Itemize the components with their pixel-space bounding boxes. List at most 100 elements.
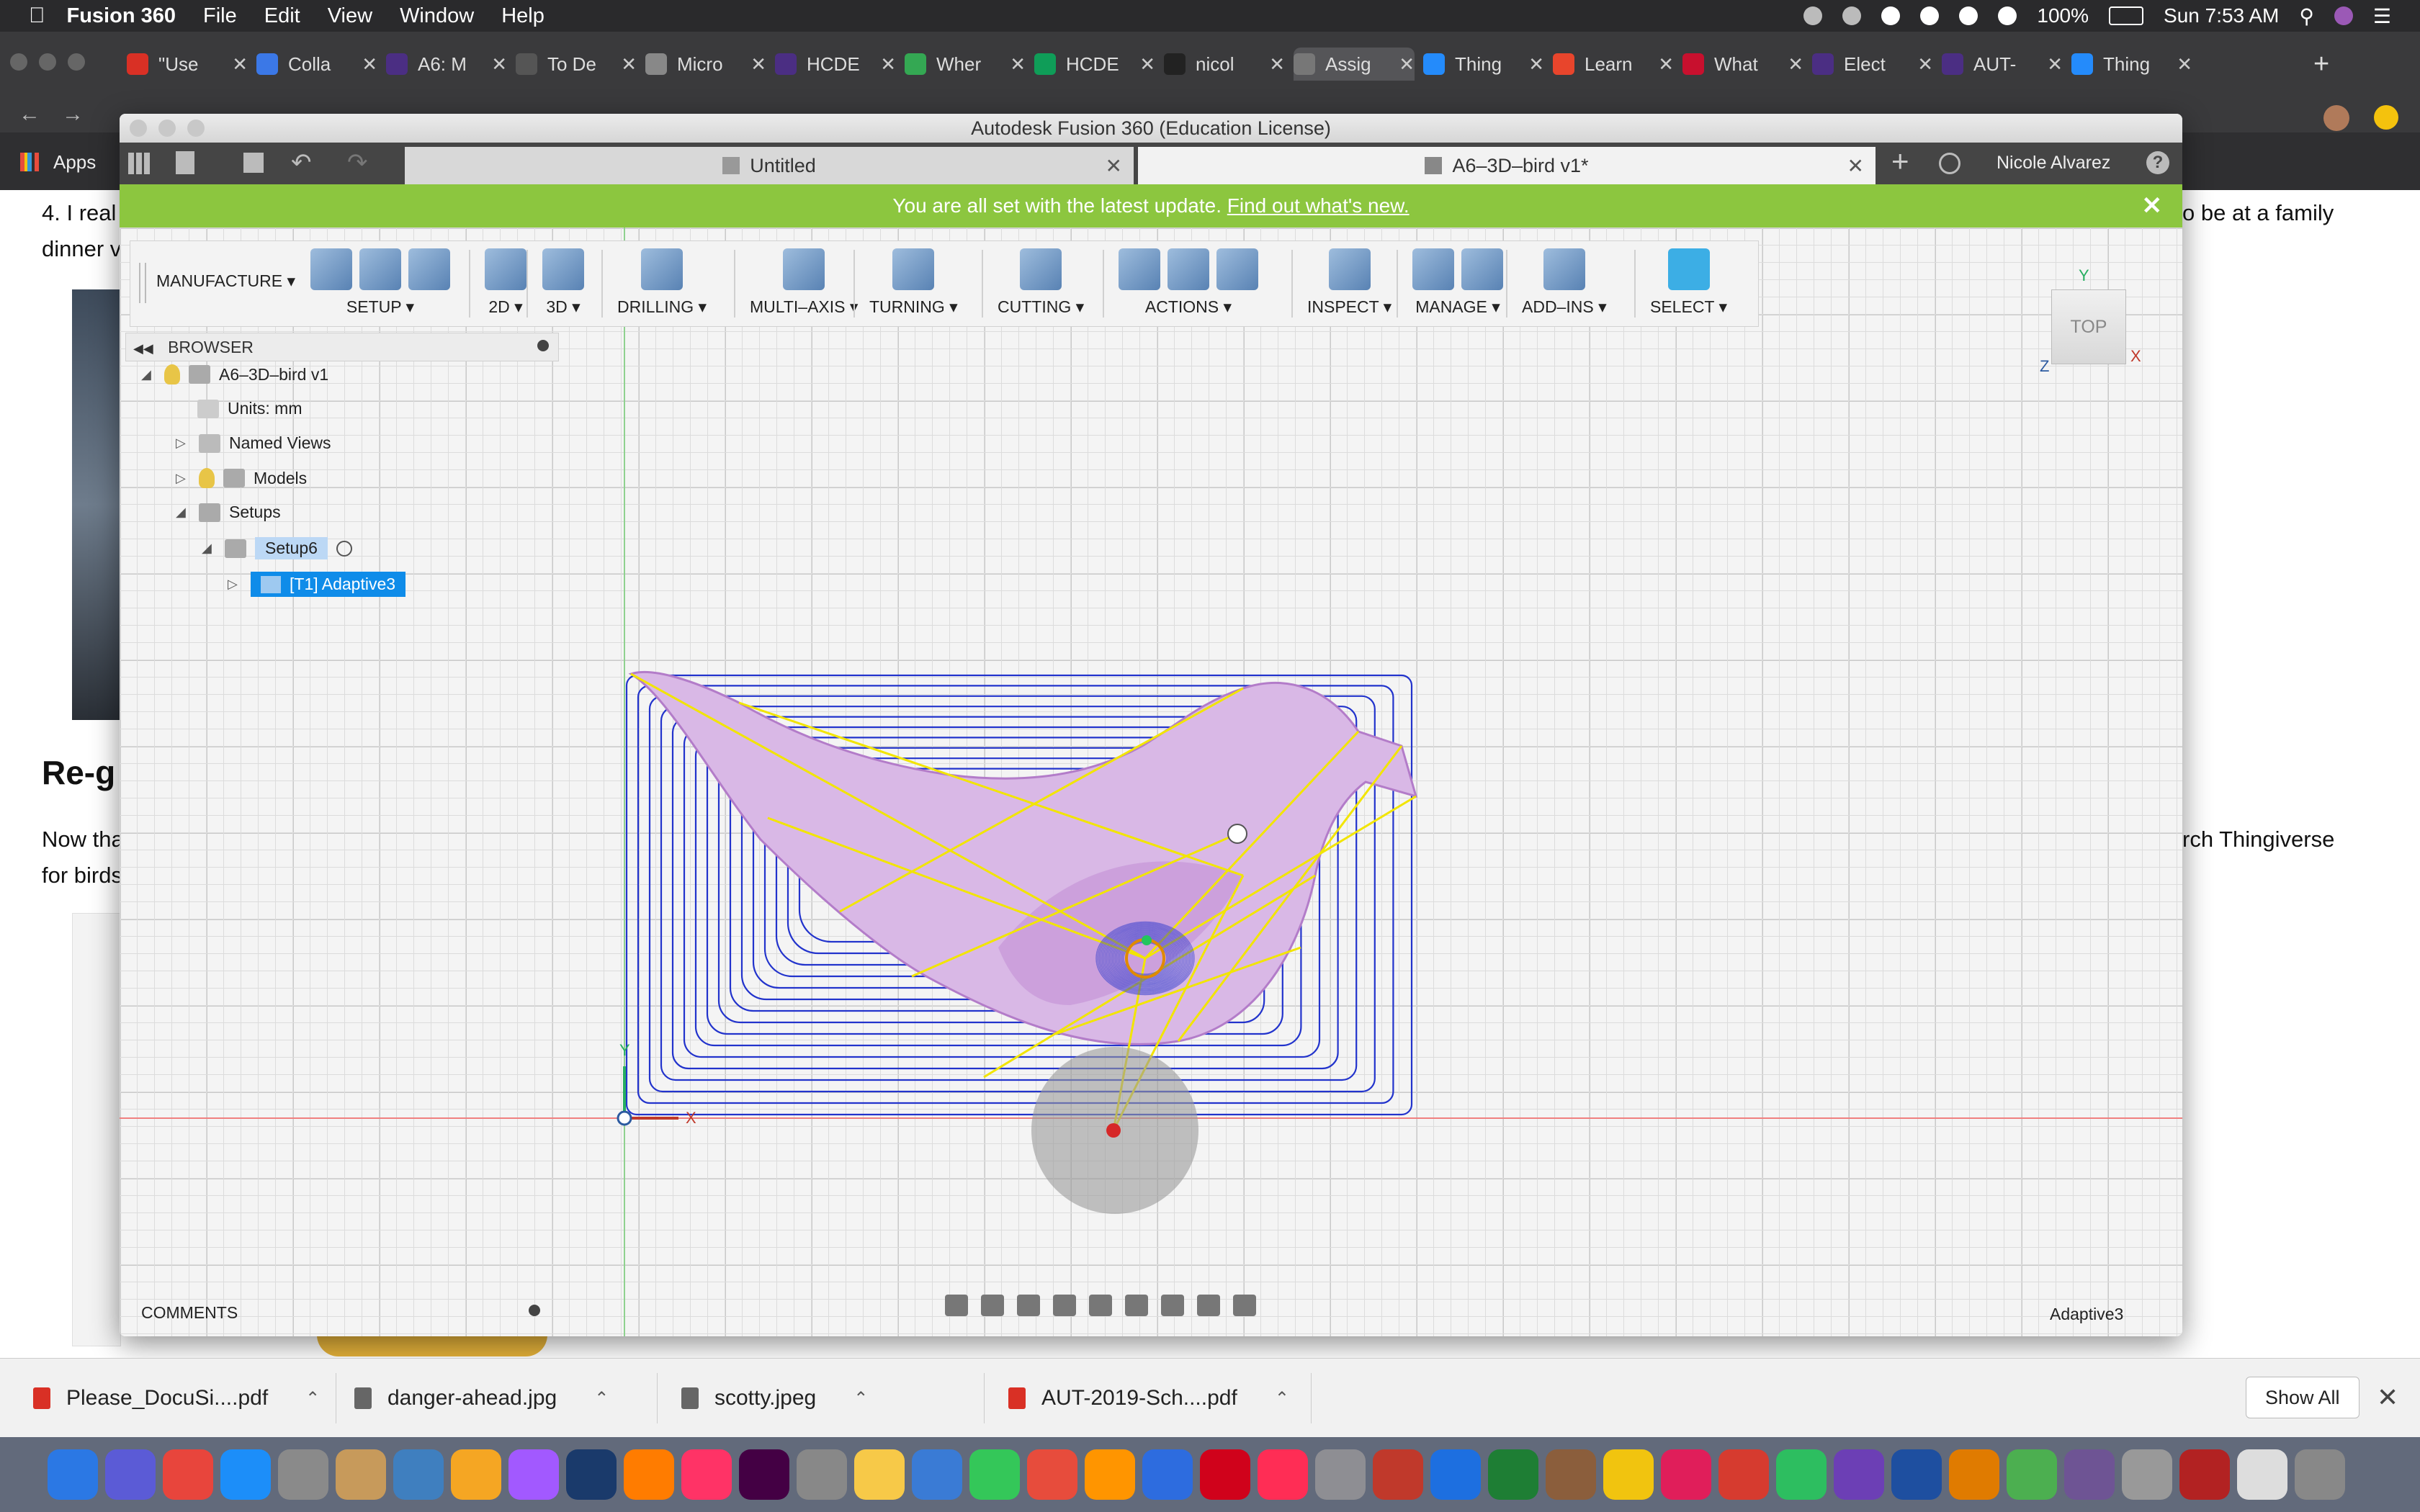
dock-app-icon[interactable] xyxy=(2064,1449,2115,1500)
dock-app-icon[interactable] xyxy=(451,1449,501,1500)
apple-icon[interactable]:  xyxy=(29,4,45,28)
tree-units[interactable]: Units: mm xyxy=(197,399,302,418)
data-panel-grid-icon[interactable] xyxy=(128,153,150,174)
download-menu-icon[interactable]: ⌃ xyxy=(594,1388,609,1409)
dock-app-icon[interactable] xyxy=(1603,1449,1654,1500)
new-tab-button[interactable]: + xyxy=(1891,144,1909,179)
layers-icon[interactable] xyxy=(1233,1295,1256,1316)
toolbar-group-label[interactable]: MANAGE xyxy=(1415,297,1500,317)
chrome-tab[interactable]: Thing ✕ xyxy=(1423,48,1544,81)
toolbar-group-label[interactable]: ADD–INS xyxy=(1522,297,1607,317)
dock-app-icon[interactable] xyxy=(1718,1449,1769,1500)
close-tab-icon[interactable]: ✕ xyxy=(1010,53,1026,76)
close-notice-icon[interactable]: ✕ xyxy=(2142,184,2163,228)
visibility-bulb-icon[interactable] xyxy=(164,364,180,384)
spotlight-icon[interactable]: ⚲ xyxy=(2299,4,2314,28)
pan-icon[interactable] xyxy=(1017,1295,1040,1316)
toolbar-group-label[interactable]: MULTI–AXIS xyxy=(750,297,858,317)
close-tab-icon[interactable]: ✕ xyxy=(362,53,377,76)
toolbar-group-actions[interactable]: ACTIONS xyxy=(1119,241,1258,326)
chrome-tab[interactable]: Colla ✕ xyxy=(256,48,377,81)
dock-app-icon[interactable] xyxy=(912,1449,962,1500)
menu-view[interactable]: View xyxy=(328,4,372,28)
chrome-tab[interactable]: AUT- ✕ xyxy=(1942,48,2063,81)
dock-app-icon[interactable] xyxy=(1142,1449,1193,1500)
fit-icon[interactable] xyxy=(1089,1295,1112,1316)
tree-root[interactable]: ◢ A6–3D–bird v1 xyxy=(141,364,328,384)
toolbar-group-setup[interactable]: SETUP xyxy=(310,241,450,326)
dock-app-icon[interactable] xyxy=(278,1449,328,1500)
toolbar-group-3d[interactable]: 3D xyxy=(542,241,584,326)
close-tab-icon[interactable]: ✕ xyxy=(1399,53,1415,76)
visibility-bulb-icon[interactable] xyxy=(199,468,215,488)
dock-app-icon[interactable] xyxy=(1546,1449,1596,1500)
download-menu-icon[interactable]: ⌃ xyxy=(305,1388,320,1409)
status-dot-icon[interactable] xyxy=(1842,6,1862,25)
tree-named-views[interactable]: ▷ Named Views xyxy=(176,433,331,453)
toolbar-group-add-ins[interactable]: ADD–INS xyxy=(1522,241,1607,326)
close-tab-icon[interactable]: ✕ xyxy=(1788,53,1803,76)
toolbar-group-label[interactable]: ACTIONS xyxy=(1145,297,1232,317)
save-icon[interactable] xyxy=(243,153,264,173)
toolbar-group-label[interactable]: 3D xyxy=(546,297,580,317)
chrome-tab[interactable]: HCDE ✕ xyxy=(775,48,896,81)
dock-app-icon[interactable] xyxy=(739,1449,789,1500)
battery-icon[interactable] xyxy=(2109,6,2144,25)
toolbar-group-turning[interactable]: TURNING xyxy=(869,241,958,326)
dock-app-icon[interactable] xyxy=(2007,1449,2057,1500)
toolbar-tool-icon[interactable] xyxy=(485,248,526,290)
expand-icon[interactable]: ◢ xyxy=(202,541,216,556)
dock-app-icon[interactable] xyxy=(1488,1449,1538,1500)
dock-app-icon[interactable] xyxy=(2295,1449,2345,1500)
chrome-tab[interactable]: What ✕ xyxy=(1682,48,1803,81)
active-setup-icon[interactable] xyxy=(336,540,352,557)
dock-app-icon[interactable] xyxy=(1315,1449,1366,1500)
chrome-tab[interactable]: HCDE ✕ xyxy=(1034,48,1155,81)
dock-app-icon[interactable] xyxy=(336,1449,386,1500)
close-tab-icon[interactable]: ✕ xyxy=(1106,154,1122,178)
toolbar-group-multi-axis[interactable]: MULTI–AXIS xyxy=(750,241,858,326)
dock-app-icon[interactable] xyxy=(1949,1449,1999,1500)
toolbar-group-label[interactable]: CUTTING xyxy=(998,297,1084,317)
dock-app-icon[interactable] xyxy=(1200,1449,1250,1500)
menu-window[interactable]: Window xyxy=(400,4,474,28)
menu-edit[interactable]: Edit xyxy=(264,4,300,28)
creative-cloud-icon[interactable] xyxy=(1920,6,1940,25)
display-settings-icon[interactable] xyxy=(1125,1295,1148,1316)
status-dot-icon[interactable] xyxy=(1803,6,1823,25)
chrome-tab[interactable]: Assig ✕ xyxy=(1294,48,1415,81)
close-tab-icon[interactable]: ✕ xyxy=(1658,53,1674,76)
toolbar-group-inspect[interactable]: INSPECT xyxy=(1307,241,1392,326)
toolbar-group-label[interactable]: 2D xyxy=(488,297,522,317)
browser-pin-icon[interactable] xyxy=(537,340,549,351)
toolbar-group-label[interactable]: INSPECT xyxy=(1307,297,1392,317)
toolbar-tool-icon[interactable] xyxy=(1168,248,1209,290)
whats-new-link[interactable]: Find out what's new. xyxy=(1227,194,1410,217)
comments-panel[interactable]: COMMENTS xyxy=(141,1303,540,1323)
close-downloads-icon[interactable]: ✕ xyxy=(2377,1382,2398,1413)
job-status-icon[interactable] xyxy=(1939,153,1960,174)
toolbar-group-label[interactable]: SELECT xyxy=(1650,297,1727,317)
tab-untitled[interactable]: Untitled ✕ xyxy=(405,147,1134,184)
show-all-button[interactable]: Show All xyxy=(2246,1377,2360,1418)
tree-setups[interactable]: ◢ Setups xyxy=(176,503,281,522)
view-cube[interactable]: TOP xyxy=(2051,289,2126,364)
toolbar-tool-icon[interactable] xyxy=(1543,248,1585,290)
dock-app-icon[interactable] xyxy=(508,1449,559,1500)
dock-app-icon[interactable] xyxy=(566,1449,617,1500)
expand-icon[interactable]: ▷ xyxy=(228,577,242,592)
close-tab-icon[interactable]: ✕ xyxy=(1917,53,1933,76)
dock-app-icon[interactable] xyxy=(163,1449,213,1500)
toolbar-group-manage[interactable]: MANAGE xyxy=(1412,241,1503,326)
download-item[interactable]: scotty.jpeg ⌃ xyxy=(681,1359,868,1438)
battery-percent[interactable]: 100% xyxy=(2037,4,2089,27)
dock-app-icon[interactable] xyxy=(1776,1449,1827,1500)
download-item[interactable]: Please_DocuSi....pdf ⌃ xyxy=(33,1359,320,1438)
zoom-window-button[interactable] xyxy=(68,53,85,71)
close-tab-icon[interactable]: ✕ xyxy=(1847,154,1864,178)
add-comment-icon[interactable] xyxy=(529,1305,540,1316)
toolbar-tool-icon[interactable] xyxy=(1020,248,1062,290)
toolbar-tool-icon[interactable] xyxy=(1412,248,1454,290)
close-tab-icon[interactable]: ✕ xyxy=(1528,53,1544,76)
toolbar-tool-icon[interactable] xyxy=(1119,248,1160,290)
